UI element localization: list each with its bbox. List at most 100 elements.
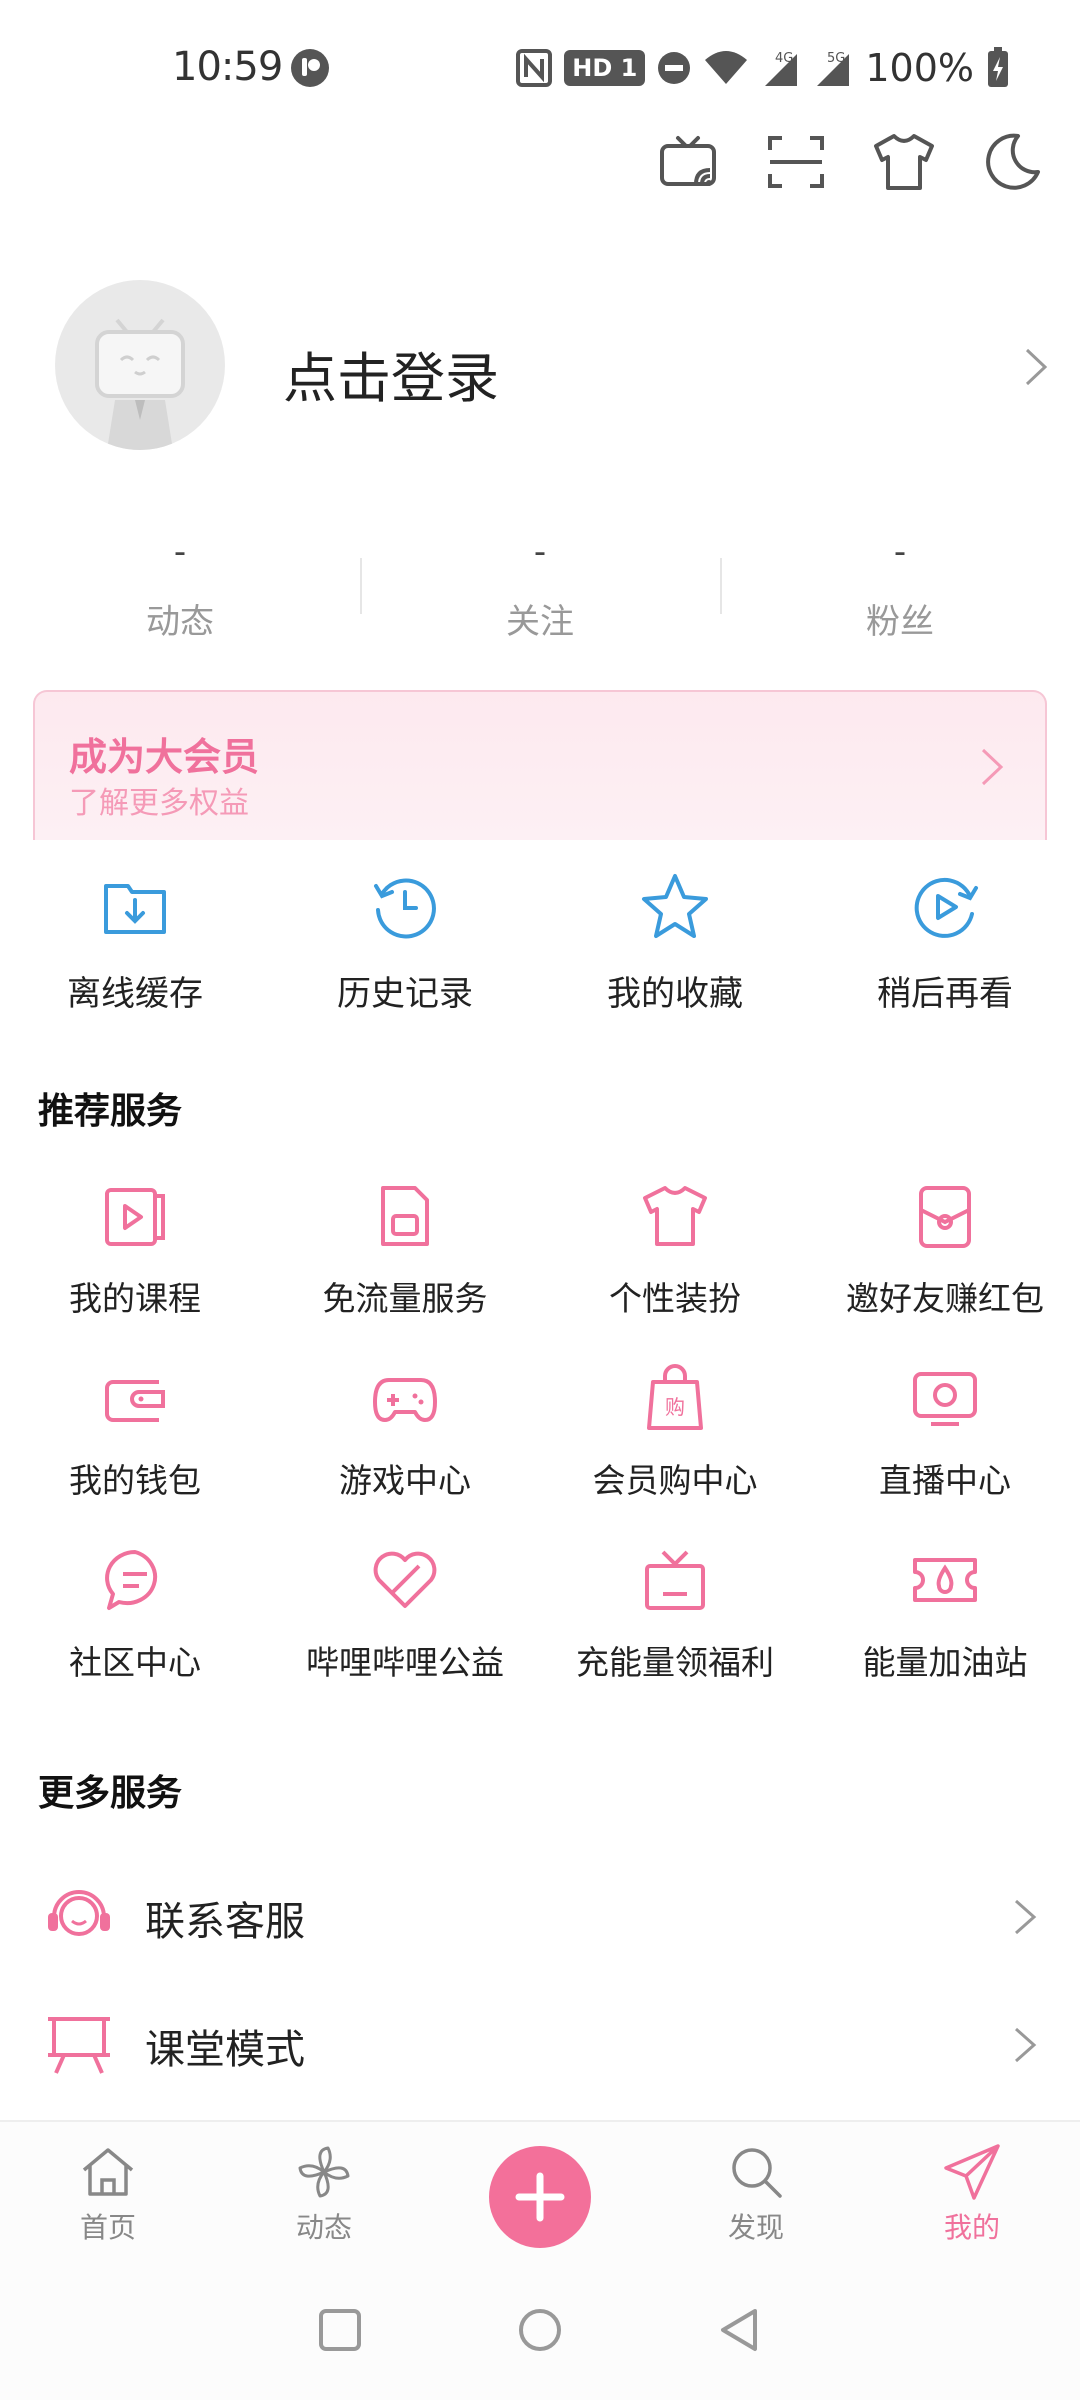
- service-live-center[interactable]: 直播中心: [810, 1362, 1080, 1544]
- nav-label: 动态: [295, 2211, 352, 2244]
- live-tv-icon: [913, 1372, 977, 1426]
- vip-banner[interactable]: 成为大会员 了解更多权益: [33, 690, 1047, 840]
- quick-watch-later[interactable]: 稍后再看: [810, 870, 1080, 1015]
- star-icon: [642, 874, 708, 938]
- list-item-classroom-mode[interactable]: 课堂模式: [0, 1981, 1080, 2109]
- energy-ticket-icon: [913, 1558, 977, 1602]
- classroom-icon: [48, 2017, 110, 2074]
- stat-divider: [720, 558, 722, 614]
- quick-label: 稍后再看: [877, 974, 1013, 1014]
- history-icon: [374, 878, 436, 939]
- section-title-more: 更多服务: [38, 1773, 183, 1814]
- avatar[interactable]: [55, 280, 225, 450]
- hd-badge: HD 1: [564, 50, 646, 86]
- download-folder-icon: [104, 884, 166, 934]
- wallet-icon: [105, 1380, 165, 1422]
- home-circle-icon[interactable]: [515, 2305, 565, 2355]
- tshirt-icon: [643, 1186, 707, 1246]
- quick-label: 历史记录: [337, 974, 473, 1014]
- search-icon: [732, 2148, 782, 2198]
- nav-dynamics[interactable]: 动态: [216, 2122, 432, 2260]
- gift-box-icon: [645, 1550, 705, 1610]
- recommended-grid: 我的课程 免流量服务 个性装扮 邀好友赚红包 我的钱包 游戏中心 购 会员购中心…: [0, 1180, 1080, 1726]
- login-label[interactable]: 点击登录: [283, 334, 499, 413]
- battery-charging-icon: [988, 47, 1008, 87]
- chevron-right-icon: [981, 748, 1004, 786]
- service-community[interactable]: 社区中心: [0, 1544, 270, 1726]
- plus-icon: [515, 2172, 565, 2222]
- system-navigation: [0, 2260, 1080, 2400]
- nav-home[interactable]: 首页: [0, 2122, 216, 2260]
- service-personal-dress[interactable]: 个性装扮: [540, 1180, 810, 1362]
- vip-subtitle: 了解更多权益: [69, 786, 249, 821]
- gamepad-icon: [373, 1378, 437, 1422]
- publish-button[interactable]: [489, 2146, 591, 2248]
- nav-mine[interactable]: 我的: [864, 2122, 1080, 2260]
- headset-icon: [48, 1890, 110, 1936]
- quick-label: 我的收藏: [607, 974, 743, 1014]
- stat-label: 关注: [506, 602, 574, 642]
- service-member-shop[interactable]: 购 会员购中心: [540, 1362, 810, 1544]
- status-icons: HD 1 4G 5G 100%: [516, 44, 1010, 92]
- nav-discover[interactable]: 发现: [648, 2122, 864, 2260]
- service-label: 社区中心: [69, 1643, 201, 1682]
- app-notification-icon: [291, 49, 329, 87]
- stat-value: -: [893, 532, 907, 572]
- service-charity[interactable]: 哔哩哔哩公益: [270, 1544, 540, 1726]
- service-game-center[interactable]: 游戏中心: [270, 1362, 540, 1544]
- default-avatar-icon: [95, 318, 185, 450]
- scan-icon[interactable]: [764, 130, 828, 194]
- status-time: 10:59: [172, 44, 283, 90]
- service-label: 个性装扮: [609, 1279, 741, 1318]
- svg-text:5G: 5G: [827, 51, 845, 66]
- tv-cast-icon[interactable]: [656, 130, 720, 194]
- service-label: 充能量领福利: [576, 1643, 774, 1682]
- recents-square-icon[interactable]: [315, 2305, 365, 2355]
- list-item-contact-service[interactable]: 联系客服: [0, 1853, 1080, 1981]
- list-item-label: 课堂模式: [145, 2027, 305, 2073]
- chevron-right-icon[interactable]: [1015, 342, 1055, 392]
- service-my-wallet[interactable]: 我的钱包: [0, 1362, 270, 1544]
- status-bar: 10:59 HD 1 4G 5G 100%: [0, 0, 1080, 130]
- tshirt-icon[interactable]: [872, 130, 936, 194]
- service-label: 会员购中心: [592, 1461, 758, 1500]
- paper-plane-icon: [944, 2144, 1000, 2200]
- service-invite-friends[interactable]: 邀好友赚红包: [810, 1180, 1080, 1362]
- service-label: 能量加油站: [862, 1643, 1028, 1682]
- section-title-recommended: 推荐服务: [38, 1091, 183, 1132]
- stat-fans[interactable]: - 粉丝: [720, 530, 1080, 650]
- course-icon: [105, 1188, 165, 1246]
- stat-divider: [360, 558, 362, 614]
- wifi-icon: [705, 51, 748, 84]
- sim-card-icon: [381, 1186, 429, 1246]
- top-actions: [656, 130, 1044, 194]
- svg-text:购: 购: [665, 1395, 685, 1419]
- service-label: 我的课程: [69, 1279, 201, 1318]
- svg-text:4G: 4G: [775, 51, 793, 66]
- nav-publish[interactable]: [432, 2122, 648, 2260]
- stat-following[interactable]: - 关注: [360, 530, 720, 650]
- moon-icon[interactable]: [980, 130, 1044, 194]
- nav-label: 我的: [943, 2211, 1000, 2244]
- service-free-data[interactable]: 免流量服务: [270, 1180, 540, 1362]
- service-my-course[interactable]: 我的课程: [0, 1180, 270, 1362]
- service-label: 哔哩哔哩公益: [306, 1643, 504, 1682]
- service-energy-station[interactable]: 能量加油站: [810, 1544, 1080, 1726]
- quick-favorites[interactable]: 我的收藏: [540, 870, 810, 1015]
- stat-label: 动态: [146, 602, 214, 642]
- service-label: 我的钱包: [69, 1461, 201, 1500]
- profile-login-row[interactable]: 点击登录: [55, 280, 1048, 450]
- pinwheel-icon: [298, 2146, 350, 2198]
- signal-5g-icon: 5G: [817, 51, 850, 86]
- stat-dynamics[interactable]: - 动态: [0, 530, 360, 650]
- stat-label: 粉丝: [866, 602, 934, 642]
- stat-value: -: [533, 532, 547, 572]
- watch-later-icon: [914, 877, 978, 938]
- quick-history[interactable]: 历史记录: [270, 870, 540, 1015]
- service-energy-welfare[interactable]: 充能量领福利: [540, 1544, 810, 1726]
- back-triangle-icon[interactable]: [715, 2305, 765, 2355]
- service-label: 免流量服务: [322, 1279, 488, 1318]
- nav-label: 首页: [79, 2211, 136, 2244]
- service-label: 直播中心: [879, 1461, 1011, 1500]
- quick-offline-cache[interactable]: 离线缓存: [0, 870, 270, 1015]
